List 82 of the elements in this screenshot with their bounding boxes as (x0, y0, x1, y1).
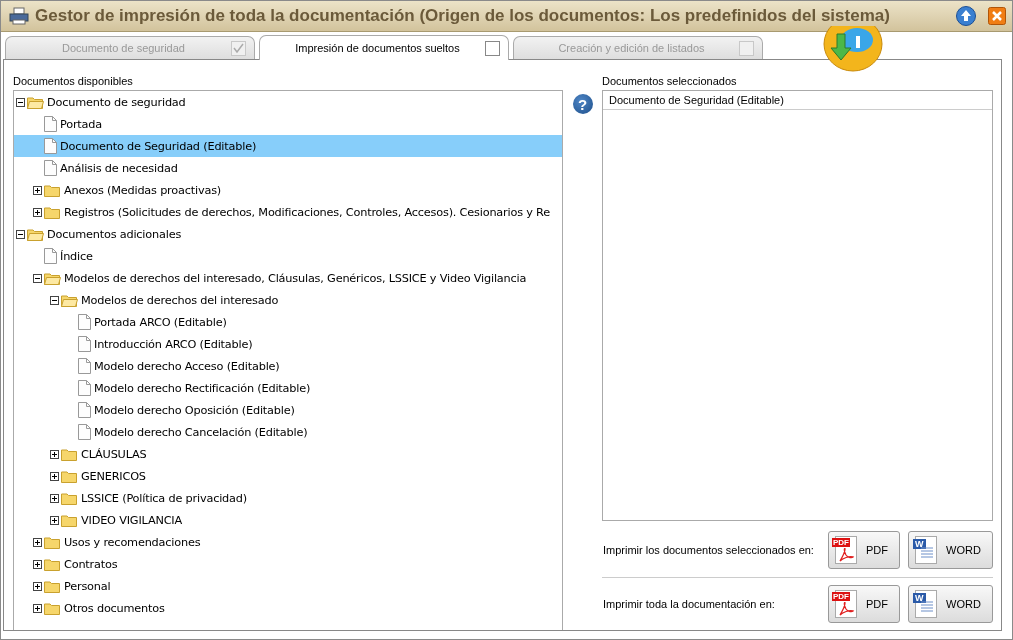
tree-item[interactable]: Modelo derecho Rectificación (Editable) (14, 377, 562, 399)
expand-icon[interactable] (33, 581, 44, 591)
tree-item[interactable]: Personal (14, 575, 562, 597)
folder-icon (27, 95, 44, 109)
expand-icon[interactable] (33, 207, 44, 217)
tree-item[interactable]: Contratos (14, 553, 562, 575)
tree-item[interactable]: VIDEO VIGILANCIA (14, 509, 562, 531)
collapse-icon[interactable] (16, 229, 27, 239)
document-icon (78, 314, 91, 330)
tree-item[interactable]: Portada ARCO (Editable) (14, 311, 562, 333)
tree-item[interactable]: Registros (Solicitudes de derechos, Modificaciones, Controles, Accesos). Cesionarios y Re (14, 201, 562, 223)
word-button[interactable]: W WORD (908, 585, 993, 624)
section-label: Documentos seleccionados (602, 74, 738, 89)
folder-icon (44, 601, 61, 615)
printer-icon (9, 6, 29, 26)
word-button[interactable]: W WORD (908, 531, 993, 570)
document-icon (78, 380, 91, 396)
tree-item[interactable]: Modelos de derechos del interesado (14, 289, 562, 311)
expand-icon[interactable] (50, 493, 61, 503)
tree-item[interactable]: Modelo derecho Cancelación (Editable) (14, 421, 562, 443)
tree-item[interactable]: Introducción ARCO (Editable) (14, 333, 562, 355)
document-icon (44, 138, 57, 154)
tree-item[interactable]: Modelos de derechos del interesado, Cláusulas, Genéricos, LSSICE y Video Vigilancia (14, 267, 562, 289)
tree-item[interactable]: Modelo derecho Acceso (Editable) (14, 355, 562, 377)
folder-icon (61, 447, 78, 461)
pdf-button[interactable]: PDF PDF (828, 531, 900, 570)
tree-item[interactable]: Portada (14, 113, 562, 135)
collapse-icon[interactable] (16, 97, 27, 107)
window-title: Gestor de impresión de toda la documentación (Origen de los documentos: Los predefinidos del sistema) (35, 6, 891, 26)
expand-icon[interactable] (33, 185, 44, 195)
tree-item[interactable]: Documento de seguridad (14, 91, 562, 113)
tree-item[interactable]: Documento de Seguridad (Editable) (14, 135, 562, 157)
tree-item[interactable]: Índice (14, 245, 562, 267)
tree-item[interactable]: Usos y recomendaciones (14, 531, 562, 553)
expand-icon[interactable] (33, 603, 44, 613)
folder-icon (44, 205, 61, 219)
folder-icon (44, 183, 61, 197)
tree-item[interactable]: CLÁUSULAS (14, 443, 562, 465)
document-icon (78, 402, 91, 418)
checkbox[interactable] (485, 40, 500, 56)
tree-item[interactable]: LSSICE (Política de privacidad) (14, 487, 562, 509)
document-icon (78, 424, 91, 440)
print-label: Imprimir toda la documentación en: (602, 598, 776, 611)
expand-icon[interactable] (33, 559, 44, 569)
folder-icon (61, 491, 78, 505)
folder-icon (61, 293, 78, 307)
info-download-icon[interactable] (823, 26, 883, 72)
document-icon (78, 358, 91, 374)
tree-item[interactable]: Anexos (Medidas proactivas) (14, 179, 562, 201)
folder-icon (44, 557, 61, 571)
print-label: Imprimir los documentos seleccionados en: (602, 544, 815, 557)
collapse-icon[interactable] (50, 295, 61, 305)
tab[interactable]: Impresión de documentos sueltos (259, 35, 509, 60)
expand-icon[interactable] (50, 515, 61, 525)
tree-item[interactable]: GENERICOS (14, 465, 562, 487)
pdf-button[interactable]: PDF PDF (828, 585, 900, 624)
document-icon (44, 160, 57, 176)
folder-icon (61, 469, 78, 483)
folder-icon (27, 227, 44, 241)
help-icon[interactable]: ? (572, 94, 593, 114)
folder-icon (44, 535, 61, 549)
word-file-icon: W (915, 590, 937, 619)
folder-icon (44, 271, 61, 285)
tree-item[interactable]: Análisis de necesidad (14, 157, 562, 179)
tree-item[interactable]: Documentos adicionales (14, 223, 562, 245)
pdf-file-icon: PDF (835, 536, 857, 565)
expand-icon[interactable] (33, 537, 44, 547)
folder-icon (61, 513, 78, 527)
expand-icon[interactable] (50, 449, 61, 459)
document-icon (44, 248, 57, 264)
section-label: Documentos disponibles (13, 74, 134, 89)
tree-item[interactable]: Otros documentos (14, 597, 562, 619)
document-icon (44, 116, 57, 132)
pdf-file-icon: PDF (835, 590, 857, 619)
close-icon[interactable] (988, 7, 1006, 25)
document-icon (78, 336, 91, 352)
collapse-icon[interactable] (33, 273, 44, 283)
tree-item[interactable]: Modelo derecho Oposición (Editable) (14, 399, 562, 421)
list-item[interactable]: Documento de Seguridad (Editable) (603, 90, 992, 110)
folder-icon (44, 579, 61, 593)
word-file-icon: W (915, 536, 937, 565)
expand-icon[interactable] (50, 471, 61, 481)
